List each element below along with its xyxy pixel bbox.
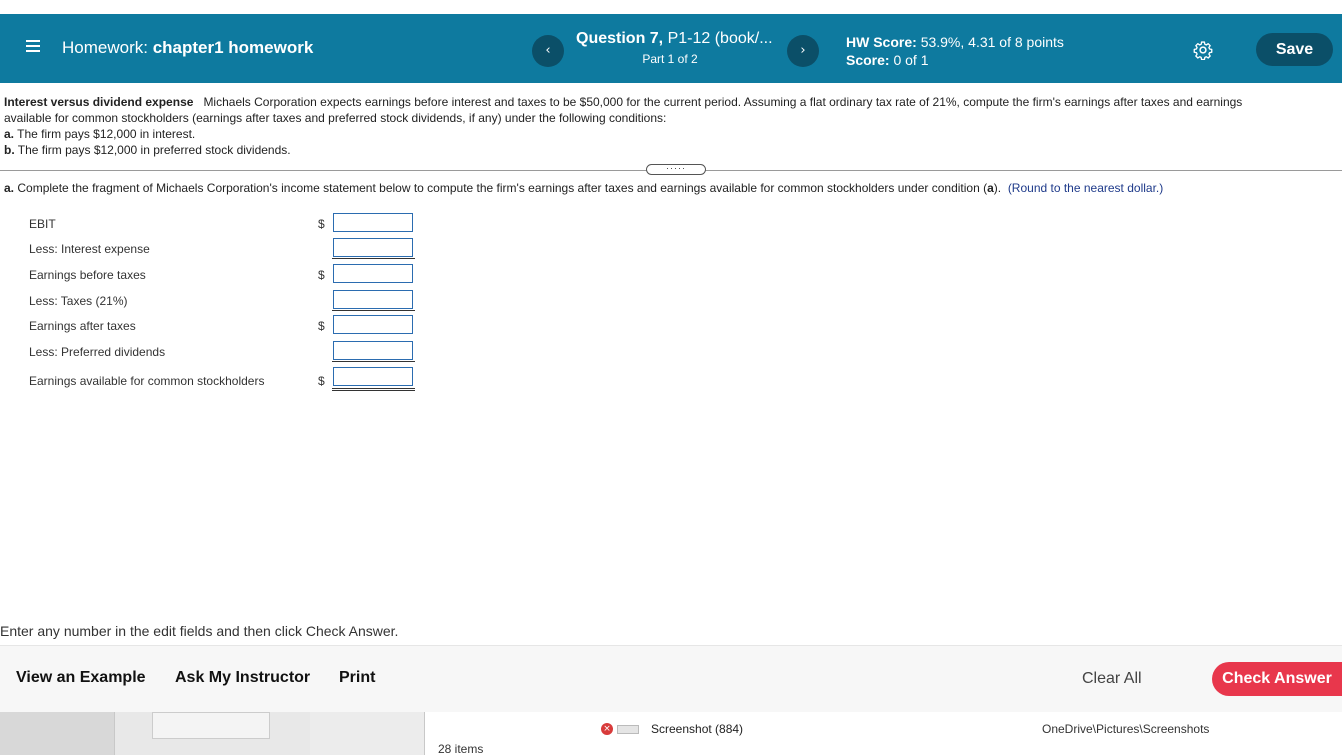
subtotal-underline: [332, 361, 415, 362]
file-thumbnail[interactable]: [152, 712, 270, 739]
interest-expense-input[interactable]: [333, 238, 413, 257]
total-double-underline: [332, 388, 415, 389]
homework-title: Homework: chapter1 homework: [62, 38, 313, 58]
row-label: Less: Preferred dividends: [29, 345, 166, 359]
file-explorer-background: 28 items × Screenshot (884) OneDrive\Pic…: [0, 712, 1342, 756]
file-name[interactable]: Screenshot (884): [651, 722, 743, 736]
condition-a: a. The firm pays $12,000 in interest.: [4, 127, 196, 141]
hamburger-menu-icon[interactable]: [26, 40, 40, 52]
row-label: Earnings after taxes: [29, 319, 136, 333]
dollar-sign: $: [318, 319, 325, 333]
condition-b: b. The firm pays $12,000 in preferred st…: [4, 143, 291, 157]
dollar-sign: $: [318, 374, 325, 388]
rounding-note: (Round to the nearest dollar.): [1007, 181, 1164, 195]
statement-row-taxes: Less: Taxes (21%): [29, 290, 429, 312]
ask-instructor-button[interactable]: Ask My Instructor: [175, 669, 310, 687]
subtotal-underline: [332, 258, 415, 259]
statement-row-ebt: Earnings before taxes $: [29, 264, 429, 286]
next-question-button[interactable]: ›: [787, 35, 819, 67]
total-double-underline: [332, 390, 415, 391]
expand-handle-button[interactable]: ·····: [646, 164, 706, 175]
statement-row-eat: Earnings after taxes $: [29, 315, 429, 337]
problem-lead: Interest versus dividend expense: [4, 95, 194, 109]
row-label: Earnings before taxes: [29, 268, 146, 282]
dollar-sign: $: [318, 268, 325, 282]
preferred-dividends-input[interactable]: [333, 341, 413, 360]
dollar-sign: $: [318, 217, 325, 231]
file-path: OneDrive\Pictures\Screenshots: [1042, 722, 1210, 736]
ebit-input[interactable]: [333, 213, 413, 232]
problem-statement: Interest versus dividend expense Michael…: [4, 94, 1342, 158]
clear-all-button[interactable]: Clear All: [1082, 670, 1142, 688]
earnings-after-taxes-input[interactable]: [333, 315, 413, 334]
row-label: Less: Taxes (21%): [29, 294, 128, 308]
homework-header: Homework: chapter1 homework ‹ Question 7…: [0, 14, 1342, 83]
question-number: Question 7,: [576, 30, 664, 47]
homework-name: chapter1 homework: [152, 38, 314, 57]
entry-hint: Enter any number in the edit fields and …: [0, 623, 399, 639]
settings-gear-icon[interactable]: [1193, 40, 1213, 60]
error-icon: ×: [601, 723, 613, 735]
image-file-icon: [617, 725, 639, 734]
question-part: Part 1 of 2: [642, 52, 698, 66]
question-title: Question 7, P1-12 (book/...: [576, 30, 773, 48]
save-button[interactable]: Save: [1256, 33, 1333, 66]
row-label: Earnings available for common stockholde…: [29, 374, 265, 388]
statement-row-interest: Less: Interest expense: [29, 238, 429, 260]
subtotal-underline: [332, 310, 415, 311]
problem-line-2: available for common stockholders (earni…: [4, 111, 667, 125]
score-block: HW Score: 53.9%, 4.31 of 8 points Score:…: [846, 33, 1064, 69]
question-score: Score: 0 of 1: [846, 52, 929, 68]
question-ref: P1-12 (book/...: [667, 30, 773, 47]
row-label: EBIT: [29, 217, 56, 231]
statement-row-preferred: Less: Preferred dividends: [29, 341, 429, 363]
taxes-input[interactable]: [333, 290, 413, 309]
thumbnail-strip: [0, 712, 425, 755]
part-a-instruction: a. Complete the fragment of Michaels Cor…: [4, 181, 1164, 195]
statement-row-common: Earnings available for common stockholde…: [29, 367, 429, 391]
action-bar: View an Example Ask My Instructor Print …: [0, 645, 1342, 712]
items-count: 28 items: [438, 742, 484, 756]
row-label: Less: Interest expense: [29, 242, 150, 256]
file-thumbnail[interactable]: [0, 712, 115, 755]
file-thumbnail[interactable]: [310, 712, 425, 755]
problem-line-1: Interest versus dividend expense Michael…: [4, 95, 1243, 109]
homework-prefix: Homework:: [62, 38, 148, 57]
hw-score: HW Score: 53.9%, 4.31 of 8 points: [846, 34, 1064, 50]
browser-top-strip: [0, 0, 1342, 14]
statement-row-ebit: EBIT $: [29, 213, 429, 235]
previous-question-button[interactable]: ‹: [532, 35, 564, 67]
earnings-before-taxes-input[interactable]: [333, 264, 413, 283]
earnings-available-common-input[interactable]: [333, 367, 413, 386]
view-example-button[interactable]: View an Example: [16, 669, 146, 687]
print-button[interactable]: Print: [339, 669, 375, 687]
check-answer-button[interactable]: Check Answer: [1212, 662, 1342, 696]
